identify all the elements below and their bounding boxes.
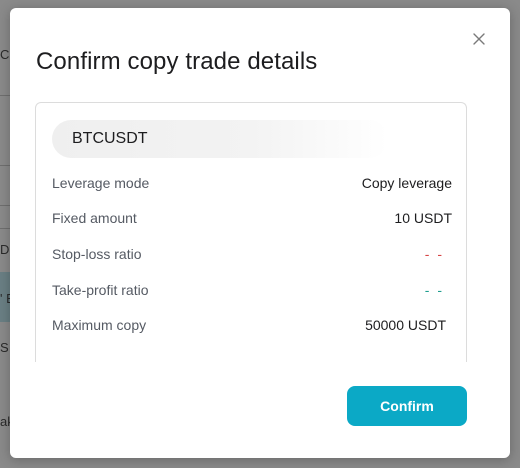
detail-label: Fixed amount <box>52 210 137 226</box>
dialog-title: Confirm copy trade details <box>36 48 318 75</box>
detail-value: 10 USDT <box>394 210 452 226</box>
close-icon <box>473 33 485 45</box>
detail-row-stop-loss-ratio: Stop-loss ratio - - <box>52 246 452 266</box>
detail-label: Take-profit ratio <box>52 282 149 298</box>
trading-pair-badge: BTCUSDT <box>52 120 388 158</box>
detail-value: 50000 USDT <box>365 317 446 333</box>
detail-value: Copy leverage <box>361 175 452 191</box>
detail-value: - - <box>424 246 444 262</box>
detail-row-leverage-mode: Leverage mode Copy leverage <box>52 175 452 195</box>
detail-row-fixed-amount: Fixed amount 10 USDT <box>52 210 452 230</box>
trade-details-panel: BTCUSDT Leverage mode Copy leverage Fixe… <box>35 102 467 362</box>
detail-label: Stop-loss ratio <box>52 246 142 262</box>
close-button[interactable] <box>470 30 488 48</box>
detail-value: - - <box>424 282 444 298</box>
detail-row-maximum-copy: Maximum copy 50000 USDT <box>52 317 452 337</box>
confirm-copy-trade-dialog: Confirm copy trade details BTCUSDT Lever… <box>10 8 510 458</box>
detail-row-take-profit-ratio: Take-profit ratio - - <box>52 282 452 302</box>
trading-pair-label: BTCUSDT <box>72 130 148 147</box>
detail-label: Maximum copy <box>52 317 147 333</box>
detail-label: Leverage mode <box>52 175 150 191</box>
confirm-button[interactable]: Confirm <box>347 386 467 426</box>
